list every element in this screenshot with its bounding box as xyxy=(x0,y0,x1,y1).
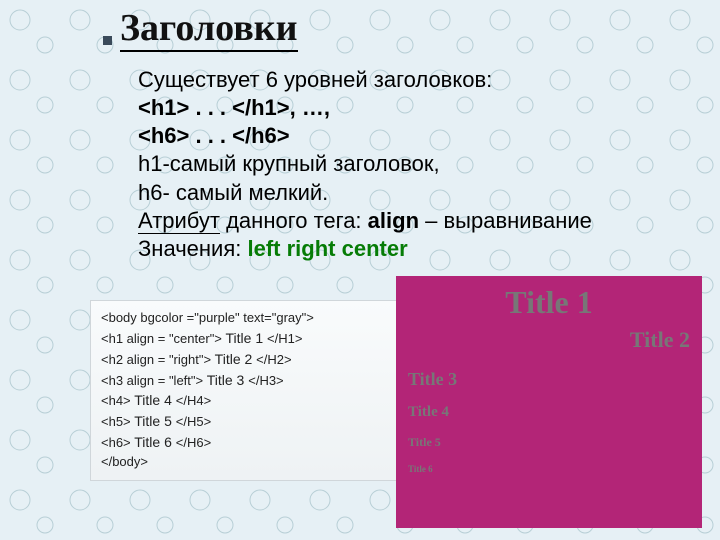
attr-desc: – выравнивание xyxy=(419,208,592,233)
code-open: <h5> xyxy=(101,414,134,429)
h6-tag-line: <h6> . . . </h6> xyxy=(138,122,700,150)
code-open: <h2 align = "right"> xyxy=(101,352,215,367)
intro-line: Существует 6 уровней заголовков: xyxy=(138,66,700,94)
code-close: </H6> xyxy=(176,435,211,450)
smallest-line: h6- самый мелкий. xyxy=(138,179,700,207)
code-close: </H4> xyxy=(176,393,211,408)
values-line: Значения: left right center xyxy=(138,235,700,263)
code-close: </H2> xyxy=(256,352,291,367)
code-line: <h6> Title 6 </H6> xyxy=(101,432,389,453)
code-close: </H5> xyxy=(176,414,211,429)
render-preview: Title 1 Title 2 Title 3 Title 4 Title 5 … xyxy=(396,276,702,528)
code-line: <body bgcolor ="purple" text="gray"> xyxy=(101,309,389,328)
code-line: <h5> Title 5 </H5> xyxy=(101,411,389,432)
code-text: Title 6 xyxy=(134,434,176,450)
value-left: left xyxy=(247,236,280,261)
code-line: <h3 align = "left"> Title 3 </H3> xyxy=(101,370,389,391)
attr-rest: данного тега: xyxy=(220,208,368,233)
h1-tag-line: <h1> . . . </h1>, …, xyxy=(138,94,700,122)
values-label: Значения: xyxy=(138,236,247,261)
code-line: <h2 align = "right"> Title 2 </H2> xyxy=(101,349,389,370)
code-text: Title 5 xyxy=(134,413,176,429)
preview-h3: Title 3 xyxy=(408,369,690,390)
preview-h2: Title 2 xyxy=(408,327,690,353)
code-open: <h3 align = "left"> xyxy=(101,373,207,388)
largest-line: h1-самый крупный заголовок, xyxy=(138,150,700,178)
preview-h6: Title 6 xyxy=(408,464,690,474)
code-close: </H1> xyxy=(267,331,302,346)
value-center: center xyxy=(342,236,408,261)
code-open: <h1 align = "center"> xyxy=(101,331,226,346)
preview-h1: Title 1 xyxy=(408,284,690,321)
code-close: </H3> xyxy=(248,373,283,388)
code-line: <h1 align = "center"> Title 1 </H1> xyxy=(101,328,389,349)
attribute-line: Атрибут данного тега: align – выравниван… xyxy=(138,207,700,235)
code-line: </body> xyxy=(101,453,389,472)
body-text: Существует 6 уровней заголовков: <h1> . … xyxy=(138,66,700,263)
value-right: right xyxy=(287,236,336,261)
code-listing: <body bgcolor ="purple" text="gray"> <h1… xyxy=(90,300,400,481)
bullet-square xyxy=(103,36,112,45)
slide: Заголовки Существует 6 уровней заголовко… xyxy=(0,0,720,540)
code-text: Title 2 xyxy=(215,351,257,367)
page-title: Заголовки xyxy=(120,6,298,52)
code-open: <h4> xyxy=(101,393,134,408)
code-text: Title 1 xyxy=(226,330,268,346)
code-open: <h6> xyxy=(101,435,134,450)
attr-name: align xyxy=(368,208,419,233)
code-text: Title 4 xyxy=(134,392,176,408)
code-text: Title 3 xyxy=(207,372,249,388)
preview-h5: Title 5 xyxy=(408,435,690,450)
code-line: <h4> Title 4 </H4> xyxy=(101,390,389,411)
attr-word: Атрибут xyxy=(138,208,220,234)
preview-h4: Title 4 xyxy=(408,404,690,421)
